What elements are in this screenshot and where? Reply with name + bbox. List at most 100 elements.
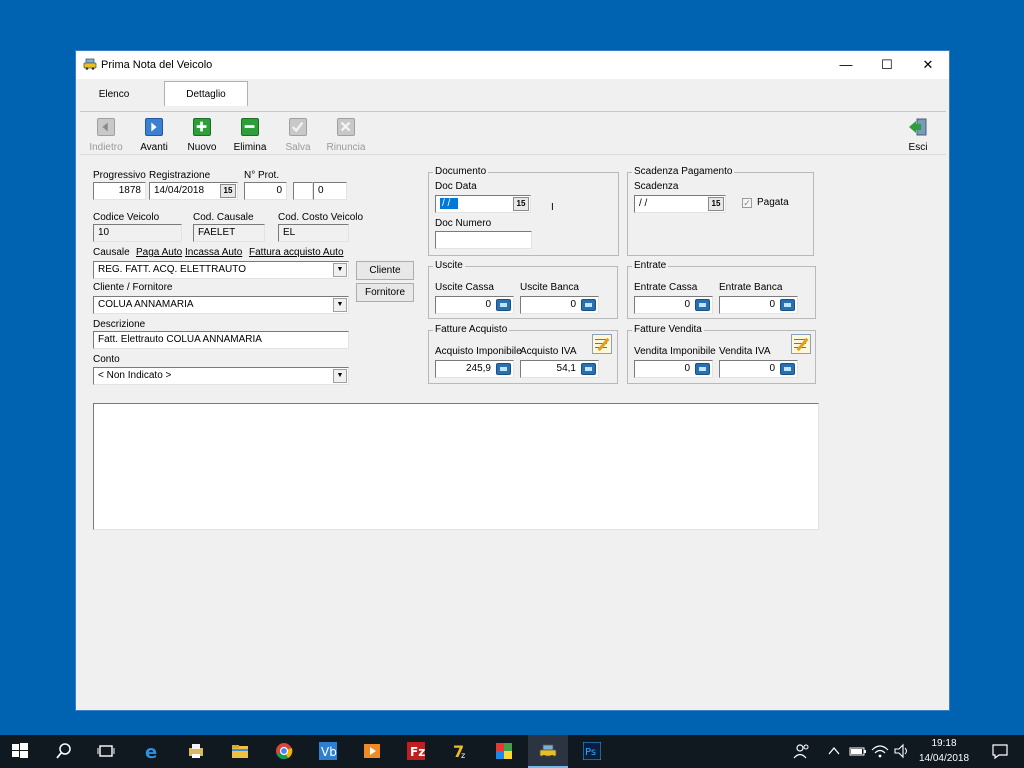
title-bar: Prima Nota del Veicolo — ☐ ✕ (76, 51, 949, 79)
calendar-icon[interactable]: 15 (513, 197, 529, 211)
uscite-banca-field[interactable]: 0 (520, 296, 599, 314)
search-button[interactable] (44, 735, 84, 768)
cliente-button[interactable]: Cliente (356, 261, 414, 280)
edit-note-icon[interactable] (791, 334, 811, 354)
doc-numero-field[interactable] (435, 231, 532, 249)
causale-combo[interactable]: REG. FATT. ACQ. ELETTRAUTO ▼ (93, 261, 349, 279)
indietro-button[interactable]: Indietro (84, 118, 128, 156)
progressivo-field[interactable]: 1878 (93, 182, 146, 200)
vendita-iva-field[interactable]: 0 (719, 360, 798, 378)
descrizione-field[interactable]: Fatt. Elettrauto COLUA ANNAMARIA (93, 331, 349, 349)
tray-wifi[interactable] (868, 735, 890, 768)
chevron-down-icon[interactable]: ▼ (333, 369, 347, 383)
esci-button[interactable]: Esci (896, 118, 940, 156)
cod-costo-veicolo-field[interactable]: EL (278, 224, 349, 242)
nprot-extra-field[interactable]: 0 (313, 182, 347, 200)
taskbar-edge[interactable]: e (132, 735, 172, 768)
maximize-button[interactable]: ☐ (866, 51, 908, 79)
taskbar: e Vb Fz 7z Ps 19:18 14/04/2018 (0, 735, 1024, 768)
fattura-acquisto-auto-link[interactable]: Fattura acquisto Auto (249, 247, 344, 258)
calculator-icon[interactable] (581, 363, 596, 375)
calculator-icon[interactable] (780, 363, 795, 375)
registrazione-value: 14/04/2018 (154, 185, 205, 196)
taskbar-colorful-app[interactable] (484, 735, 524, 768)
taskbar-file-explorer[interactable] (220, 735, 260, 768)
taskbar-7zip[interactable]: 7z (440, 735, 480, 768)
calculator-icon[interactable] (695, 299, 710, 311)
calculator-icon[interactable] (496, 299, 511, 311)
acquisto-imponibile-label: Acquisto Imponibile (435, 346, 522, 357)
scadenza-title: Scadenza Pagamento (632, 166, 735, 177)
salva-button[interactable]: Salva (276, 118, 320, 156)
nuovo-button[interactable]: Nuovo (180, 118, 224, 156)
vendita-imponibile-field[interactable]: 0 (634, 360, 713, 378)
entrate-banca-field[interactable]: 0 (719, 296, 798, 314)
tray-battery[interactable] (846, 735, 868, 768)
entrate-cassa-field[interactable]: 0 (634, 296, 713, 314)
taskbar-vb-app[interactable]: Vb (308, 735, 348, 768)
taskbar-media-player[interactable] (352, 735, 392, 768)
pagata-checkbox[interactable]: ✓ (742, 198, 752, 208)
acquisto-imponibile-field[interactable]: 245,9 (435, 360, 514, 378)
documento-title: Documento (433, 166, 489, 177)
registrazione-date-field[interactable]: 14/04/2018 15 (149, 182, 238, 200)
prima-nota-window: Prima Nota del Veicolo — ☐ ✕ Elenco Dett… (75, 50, 950, 711)
taskbar-car-app[interactable] (528, 735, 568, 768)
calculator-icon[interactable] (780, 299, 795, 311)
chevron-down-icon[interactable]: ▼ (333, 298, 347, 312)
causale-label: Causale (93, 247, 130, 258)
taskbar-chrome[interactable] (264, 735, 304, 768)
tray-volume[interactable] (890, 735, 912, 768)
nuovo-label: Nuovo (187, 142, 217, 153)
chevron-down-icon[interactable]: ▼ (333, 263, 347, 277)
svg-text:Ps: Ps (585, 747, 596, 758)
tab-dettaglio[interactable]: Dettaglio (164, 81, 248, 106)
minimize-button[interactable]: — (825, 51, 867, 79)
nprot-label: N° Prot. (244, 170, 280, 181)
action-center-button[interactable] (982, 735, 1018, 768)
tray-chevron[interactable] (822, 735, 844, 768)
cliente-fornitore-combo[interactable]: COLUA ANNAMARIA ▼ (93, 296, 349, 314)
tab-elenco[interactable]: Elenco (86, 82, 142, 107)
clock-time[interactable]: 19:18 (914, 738, 974, 749)
entrate-title: Entrate (632, 260, 669, 271)
people-icon (793, 744, 809, 759)
cliente-fornitore-value: COLUA ANNAMARIA (98, 299, 194, 310)
notes-memo[interactable] (93, 403, 819, 530)
doc-data-field[interactable]: / / 15 (435, 195, 531, 213)
pagata-label: Pagata (757, 197, 789, 208)
rinuncia-button[interactable]: Rinuncia (324, 118, 368, 156)
incassa-auto-link[interactable]: Incassa Auto (185, 247, 242, 258)
nprot-suffix-field[interactable] (293, 182, 313, 200)
scadenza-field[interactable]: / / 15 (634, 195, 726, 213)
acquisto-iva-field[interactable]: 54,1 (520, 360, 599, 378)
forward-arrow-icon (145, 118, 163, 136)
checkmark-icon (289, 118, 307, 136)
calculator-icon[interactable] (695, 363, 710, 375)
taskbar-filezilla[interactable]: Fz (396, 735, 436, 768)
conto-value: < Non Indicato > (98, 370, 172, 381)
cliente-fornitore-label: Cliente / Fornitore (93, 282, 173, 293)
calendar-icon[interactable]: 15 (708, 197, 724, 211)
calculator-icon[interactable] (581, 299, 596, 311)
task-view-button[interactable] (86, 735, 126, 768)
uscite-cassa-field[interactable]: 0 (435, 296, 514, 314)
elimina-label: Elimina (233, 142, 267, 153)
conto-combo[interactable]: < Non Indicato > ▼ (93, 367, 349, 385)
elimina-button[interactable]: Elimina (228, 118, 272, 156)
paga-auto-link[interactable]: Paga Auto (136, 247, 182, 258)
people-button[interactable] (786, 735, 818, 768)
nprot-field[interactable]: 0 (244, 182, 287, 200)
close-button[interactable]: ✕ (907, 51, 949, 79)
calendar-icon[interactable]: 15 (220, 184, 236, 198)
fornitore-button[interactable]: Fornitore (356, 283, 414, 302)
codice-veicolo-field[interactable]: 10 (93, 224, 182, 242)
calculator-icon[interactable] (496, 363, 511, 375)
start-button[interactable] (0, 735, 40, 768)
taskbar-photoshop[interactable]: Ps (572, 735, 612, 768)
clock-date[interactable]: 14/04/2018 (914, 753, 974, 764)
taskbar-app-printer[interactable] (176, 735, 216, 768)
cod-causale-field[interactable]: FAELET (193, 224, 265, 242)
edit-note-icon[interactable] (592, 334, 612, 354)
avanti-button[interactable]: Avanti (132, 118, 176, 156)
